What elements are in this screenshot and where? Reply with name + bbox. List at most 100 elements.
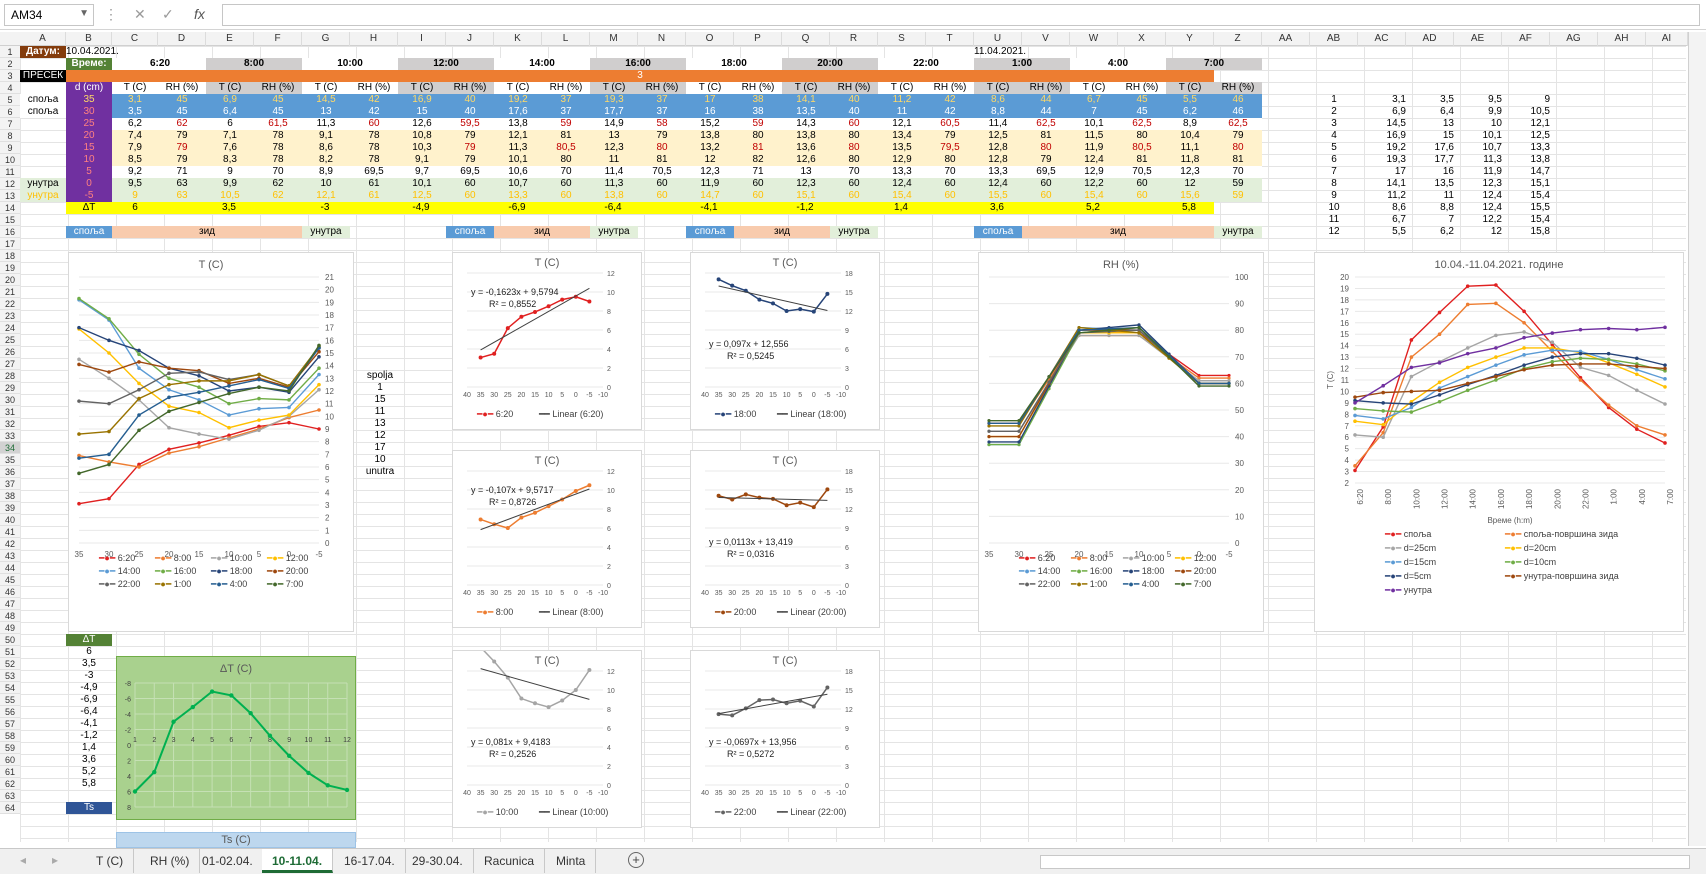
table-cell[interactable]: 9,5 — [112, 178, 158, 190]
table-cell[interactable]: 10 — [302, 178, 350, 190]
col-title[interactable]: T (C) — [686, 82, 734, 94]
dt-value[interactable]: -6,9 — [66, 694, 112, 706]
side-list-item[interactable]: 12 — [360, 430, 400, 442]
d-value[interactable]: 35 — [66, 94, 112, 106]
zone-out[interactable]: спољa — [974, 226, 1022, 238]
table-cell[interactable]: 13,3 — [878, 166, 926, 178]
column-header-X[interactable]: X — [1118, 32, 1166, 46]
table-cell[interactable]: 11,3 — [494, 142, 542, 154]
table-cell[interactable]: 13,8 — [686, 130, 734, 142]
row-header-45[interactable]: 45 — [0, 574, 20, 586]
zone-out[interactable]: спољa — [66, 226, 112, 238]
table-cell[interactable]: 79 — [158, 142, 206, 154]
right-table-cell[interactable]: 9,9 — [1454, 106, 1502, 118]
right-table-cell[interactable]: 10,1 — [1454, 130, 1502, 142]
right-table-cell[interactable]: 12,3 — [1454, 178, 1502, 190]
table-cell[interactable]: 80 — [830, 130, 878, 142]
col-title[interactable]: T (C) — [302, 82, 350, 94]
delta-value[interactable]: 5,2 — [1070, 202, 1116, 214]
row-header-22[interactable]: 22 — [0, 298, 20, 310]
col-title[interactable]: T (C) — [878, 82, 926, 94]
table-cell[interactable]: 60 — [542, 190, 590, 202]
table-cell[interactable]: 8,9 — [1166, 118, 1214, 130]
chart-t-profile[interactable]: T (C) 0 1 2 3 4 5 6 7 8 9 10 11 12 13 14 15 16 17 18 19 20 21 3… — [68, 252, 354, 632]
time-header[interactable]: 7:00 — [1166, 58, 1262, 70]
table-cell[interactable]: 15,1 — [782, 190, 830, 202]
table-cell[interactable]: 10,1 — [494, 154, 542, 166]
row-header-7[interactable]: 7 — [0, 118, 20, 130]
table-cell[interactable]: 70 — [926, 166, 974, 178]
col-title[interactable]: T (C) — [398, 82, 446, 94]
col-title[interactable]: RH (%) — [1022, 82, 1070, 94]
table-cell[interactable]: 62 — [158, 118, 206, 130]
right-table-cell[interactable]: 17,7 — [1406, 154, 1454, 166]
table-cell[interactable]: 79,5 — [926, 142, 974, 154]
row-header-19[interactable]: 19 — [0, 262, 20, 274]
row-header-23[interactable]: 23 — [0, 310, 20, 322]
column-header-AC[interactable]: AC — [1358, 32, 1406, 46]
dt-value[interactable]: 3,6 — [66, 754, 112, 766]
table-cell[interactable]: 69,5 — [446, 166, 494, 178]
table-cell[interactable]: 14,5 — [302, 94, 350, 106]
table-cell[interactable]: 60 — [638, 178, 686, 190]
table-cell[interactable]: 6,2 — [1166, 106, 1214, 118]
table-cell[interactable]: 9 — [112, 190, 158, 202]
table-cell[interactable]: 13,5 — [782, 106, 830, 118]
table-cell[interactable]: 9,9 — [206, 178, 254, 190]
right-table-cell[interactable]: 15,8 — [1502, 226, 1550, 238]
table-cell[interactable]: 60 — [1022, 190, 1070, 202]
table-cell[interactable]: 78 — [350, 142, 398, 154]
chart-regression-1800[interactable]: T (C) 0 3 6 9 12 15 18 40 35 30 25 20 15 10 5 0 -5 -10 y = … — [690, 252, 880, 430]
right-table-cell[interactable]: 13,3 — [1502, 142, 1550, 154]
time-header[interactable]: 22:00 — [878, 58, 974, 70]
table-cell[interactable]: 3,5 — [112, 106, 158, 118]
table-cell[interactable]: 7,6 — [206, 142, 254, 154]
column-header-I[interactable]: I — [398, 32, 446, 46]
col-title[interactable]: T (C) — [494, 82, 542, 94]
right-table-cell[interactable]: 12,2 — [1454, 214, 1502, 226]
chart-regression-1000[interactable]: T (C) 0 2 4 6 8 10 12 40 35 30 25 20 15 10 5 0 -5 -10 y = 0… — [452, 650, 642, 828]
chevron-down-icon[interactable]: ▼ — [79, 8, 89, 19]
table-cell[interactable]: 79 — [158, 130, 206, 142]
delta-value[interactable]: -6,4 — [590, 202, 636, 214]
zone-wall[interactable]: зид — [494, 226, 590, 238]
zone-out[interactable]: спољa — [446, 226, 494, 238]
table-cell[interactable]: 61 — [350, 178, 398, 190]
row-header-20[interactable]: 20 — [0, 274, 20, 286]
row-header-52[interactable]: 52 — [0, 658, 20, 670]
row-header-27[interactable]: 27 — [0, 358, 20, 370]
right-table-cell[interactable]: 15,4 — [1502, 190, 1550, 202]
table-cell[interactable]: 78 — [254, 154, 302, 166]
table-cell[interactable]: 44 — [1022, 94, 1070, 106]
table-cell[interactable]: 13,4 — [878, 130, 926, 142]
table-cell[interactable]: 13,8 — [590, 190, 638, 202]
zone-in[interactable]: унутра — [590, 226, 638, 238]
table-cell[interactable]: 8,5 — [112, 154, 158, 166]
row-header-42[interactable]: 42 — [0, 538, 20, 550]
col-title[interactable]: RH (%) — [638, 82, 686, 94]
table-cell[interactable]: 12,3 — [782, 178, 830, 190]
datum-label[interactable]: Датум: — [20, 46, 66, 58]
table-cell[interactable]: 63 — [158, 190, 206, 202]
time-header[interactable]: 4:00 — [1070, 58, 1166, 70]
table-cell[interactable]: 81 — [1214, 154, 1262, 166]
right-table-cell[interactable]: 13,8 — [1502, 154, 1550, 166]
right-table-cell[interactable]: 12 — [1454, 226, 1502, 238]
right-table-cell[interactable]: 13,5 — [1406, 178, 1454, 190]
table-cell[interactable]: 15,2 — [686, 118, 734, 130]
presek-value[interactable]: 3 — [66, 70, 1214, 82]
column-header-O[interactable]: O — [686, 32, 734, 46]
column-header-AH[interactable]: AH — [1598, 32, 1646, 46]
column-header-AE[interactable]: AE — [1454, 32, 1502, 46]
table-cell[interactable]: 60 — [638, 190, 686, 202]
table-cell[interactable]: 45 — [158, 94, 206, 106]
row-header-59[interactable]: 59 — [0, 742, 20, 754]
right-table-cell[interactable]: 7 — [1310, 166, 1358, 178]
column-header-V[interactable]: V — [1022, 32, 1070, 46]
right-table-cell[interactable]: 14,1 — [1358, 178, 1406, 190]
table-cell[interactable]: 40 — [830, 106, 878, 118]
chart-regression-620[interactable]: T (C) 0 2 4 6 8 10 12 40 35 30 25 20 15 10 5 0 -5 -10 y = -… — [452, 252, 642, 430]
table-cell[interactable]: 79 — [446, 130, 494, 142]
row-header-64[interactable]: 64 — [0, 802, 20, 814]
row-header-11[interactable]: 11 — [0, 166, 20, 178]
